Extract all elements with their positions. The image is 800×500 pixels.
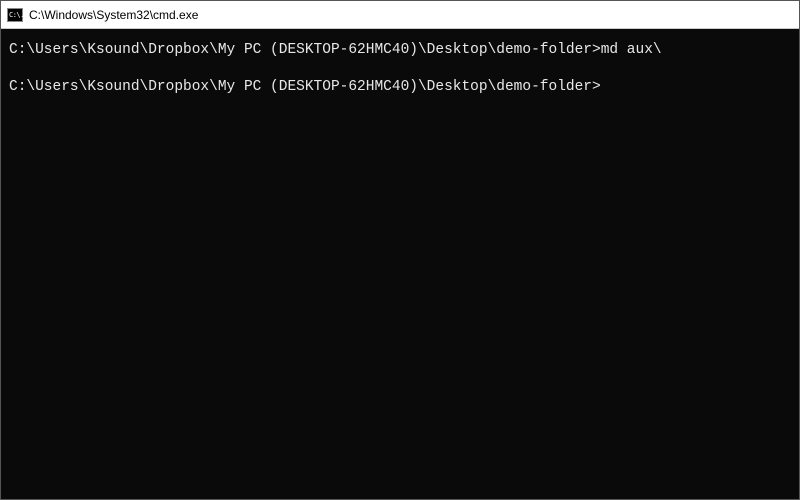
terminal-line: C:\Users\Ksound\Dropbox\My PC (DESKTOP-6… — [9, 41, 791, 60]
terminal-output[interactable]: C:\Users\Ksound\Dropbox\My PC (DESKTOP-6… — [1, 29, 799, 499]
cmd-icon: C:\. — [7, 8, 23, 22]
terminal-line: C:\Users\Ksound\Dropbox\My PC (DESKTOP-6… — [9, 78, 791, 97]
prompt: C:\Users\Ksound\Dropbox\My PC (DESKTOP-6… — [9, 42, 601, 58]
window-title-bar[interactable]: C:\. C:\Windows\System32\cmd.exe — [1, 1, 799, 29]
prompt: C:\Users\Ksound\Dropbox\My PC (DESKTOP-6… — [9, 79, 601, 95]
window-title: C:\Windows\System32\cmd.exe — [29, 8, 198, 22]
command-text: md aux\ — [601, 42, 662, 58]
cmd-icon-text: C:\. — [9, 11, 24, 19]
